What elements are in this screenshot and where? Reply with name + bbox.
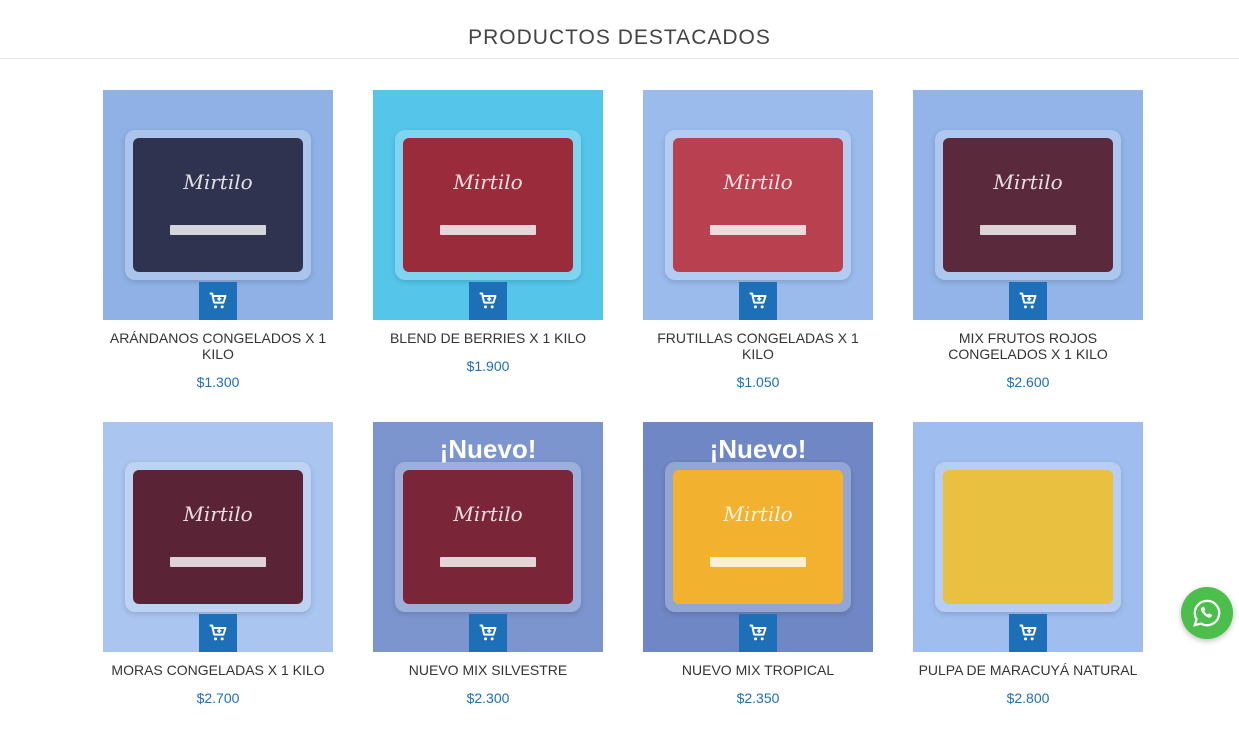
product-card[interactable]: Mirtilo FRUTILLAS CONGELADAS X 1 KILO $1.0…: [643, 90, 873, 422]
product-name[interactable]: MORAS CONGELADAS X 1 KILO: [103, 662, 333, 678]
cart-plus-icon: [479, 292, 497, 309]
cart-plus-icon: [749, 624, 767, 641]
product-image[interactable]: [913, 422, 1143, 652]
bag-contents: [673, 470, 843, 604]
add-to-cart-button[interactable]: [199, 282, 237, 320]
add-to-cart-button[interactable]: [1009, 282, 1047, 320]
brand-logo: Mirtilo: [453, 170, 523, 194]
bag-contents: [403, 138, 573, 272]
product-price: $2.800: [1006, 690, 1050, 706]
product-image[interactable]: ¡Nuevo! Mirtilo: [373, 422, 603, 652]
product-name[interactable]: MIX FRUTOS ROJOS CONGELADOS X 1 KILO: [913, 330, 1143, 362]
new-badge: ¡Nuevo!: [709, 434, 807, 464]
product-price: $2.600: [1006, 374, 1050, 390]
product-bag: Mirtilo: [935, 130, 1121, 280]
cart-plus-icon: [1019, 624, 1037, 641]
bag-contents: [943, 138, 1113, 272]
product-image[interactable]: Mirtilo: [913, 90, 1143, 320]
cart-plus-icon: [479, 624, 497, 641]
whatsapp-button[interactable]: [1181, 587, 1233, 639]
product-price: $2.350: [736, 690, 780, 706]
cart-plus-icon: [209, 292, 227, 309]
brand-logo: Mirtilo: [723, 502, 793, 526]
brand-logo: Mirtilo: [183, 502, 253, 526]
product-name[interactable]: ARÁNDANOS CONGELADOS X 1 KILO: [103, 330, 333, 362]
bag-label: [440, 557, 536, 567]
product-card[interactable]: Mirtilo MORAS CONGELADAS X 1 KILO $2.700: [103, 422, 333, 754]
product-image[interactable]: Mirtilo: [643, 90, 873, 320]
product-grid: Mirtilo ARÁNDANOS CONGELADOS X 1 KILO $1.3…: [103, 90, 1143, 754]
add-to-cart-button[interactable]: [1009, 614, 1047, 652]
cart-plus-icon: [1019, 292, 1037, 309]
product-name[interactable]: NUEVO MIX SILVESTRE: [373, 662, 603, 678]
add-to-cart-button[interactable]: [199, 614, 237, 652]
product-card[interactable]: Mirtilo BLEND DE BERRIES X 1 KILO $1.900: [373, 90, 603, 422]
product-bag: Mirtilo: [665, 130, 851, 280]
product-price: $2.700: [196, 690, 240, 706]
product-name[interactable]: FRUTILLAS CONGELADAS X 1 KILO: [643, 330, 873, 362]
product-card[interactable]: ¡Nuevo! Mirtilo NUEVO MIX SILVESTRE $2.300: [373, 422, 603, 754]
section-header: PRODUCTOS DESTACADOS: [0, 0, 1239, 59]
add-to-cart-button[interactable]: [469, 614, 507, 652]
product-bag: Mirtilo: [125, 130, 311, 280]
add-to-cart-button[interactable]: [739, 614, 777, 652]
product-bag: Mirtilo: [665, 462, 851, 612]
product-name[interactable]: PULPA DE MARACUYÁ NATURAL: [913, 662, 1143, 678]
brand-logo: Mirtilo: [723, 170, 793, 194]
product-image[interactable]: Mirtilo: [103, 90, 333, 320]
product-image[interactable]: ¡Nuevo! Mirtilo: [643, 422, 873, 652]
product-image[interactable]: Mirtilo: [103, 422, 333, 652]
bag-label: [170, 557, 266, 567]
product-card[interactable]: Mirtilo MIX FRUTOS ROJOS CONGELADOS X 1 K…: [913, 90, 1143, 422]
bag-contents: [943, 470, 1113, 604]
product-image[interactable]: Mirtilo: [373, 90, 603, 320]
new-badge: ¡Nuevo!: [439, 434, 537, 464]
brand-logo: Mirtilo: [993, 170, 1063, 194]
bag-contents: [133, 138, 303, 272]
bag-label: [980, 225, 1076, 235]
bag-contents: [133, 470, 303, 604]
product-price: $1.050: [736, 374, 780, 390]
product-price: $1.900: [466, 358, 510, 374]
bag-contents: [403, 470, 573, 604]
bag-label: [710, 225, 806, 235]
whatsapp-icon: [1193, 599, 1221, 627]
cart-plus-icon: [749, 292, 767, 309]
brand-logo: Mirtilo: [183, 170, 253, 194]
bag-label: [710, 557, 806, 567]
product-bag: Mirtilo: [395, 462, 581, 612]
product-price: $1.300: [196, 374, 240, 390]
cart-plus-icon: [209, 624, 227, 641]
product-bag: [935, 462, 1121, 612]
product-name[interactable]: NUEVO MIX TROPICAL: [643, 662, 873, 678]
product-name[interactable]: BLEND DE BERRIES X 1 KILO: [373, 330, 603, 346]
product-bag: Mirtilo: [395, 130, 581, 280]
add-to-cart-button[interactable]: [469, 282, 507, 320]
section-title: PRODUCTOS DESTACADOS: [468, 26, 771, 49]
product-card[interactable]: Mirtilo ARÁNDANOS CONGELADOS X 1 KILO $1.3…: [103, 90, 333, 422]
bag-label: [440, 225, 536, 235]
product-price: $2.300: [466, 690, 510, 706]
bag-contents: [673, 138, 843, 272]
brand-logo: Mirtilo: [453, 502, 523, 526]
product-bag: Mirtilo: [125, 462, 311, 612]
product-card[interactable]: PULPA DE MARACUYÁ NATURAL $2.800: [913, 422, 1143, 754]
bag-label: [170, 225, 266, 235]
product-card[interactable]: ¡Nuevo! Mirtilo NUEVO MIX TROPICAL $2.350: [643, 422, 873, 754]
add-to-cart-button[interactable]: [739, 282, 777, 320]
